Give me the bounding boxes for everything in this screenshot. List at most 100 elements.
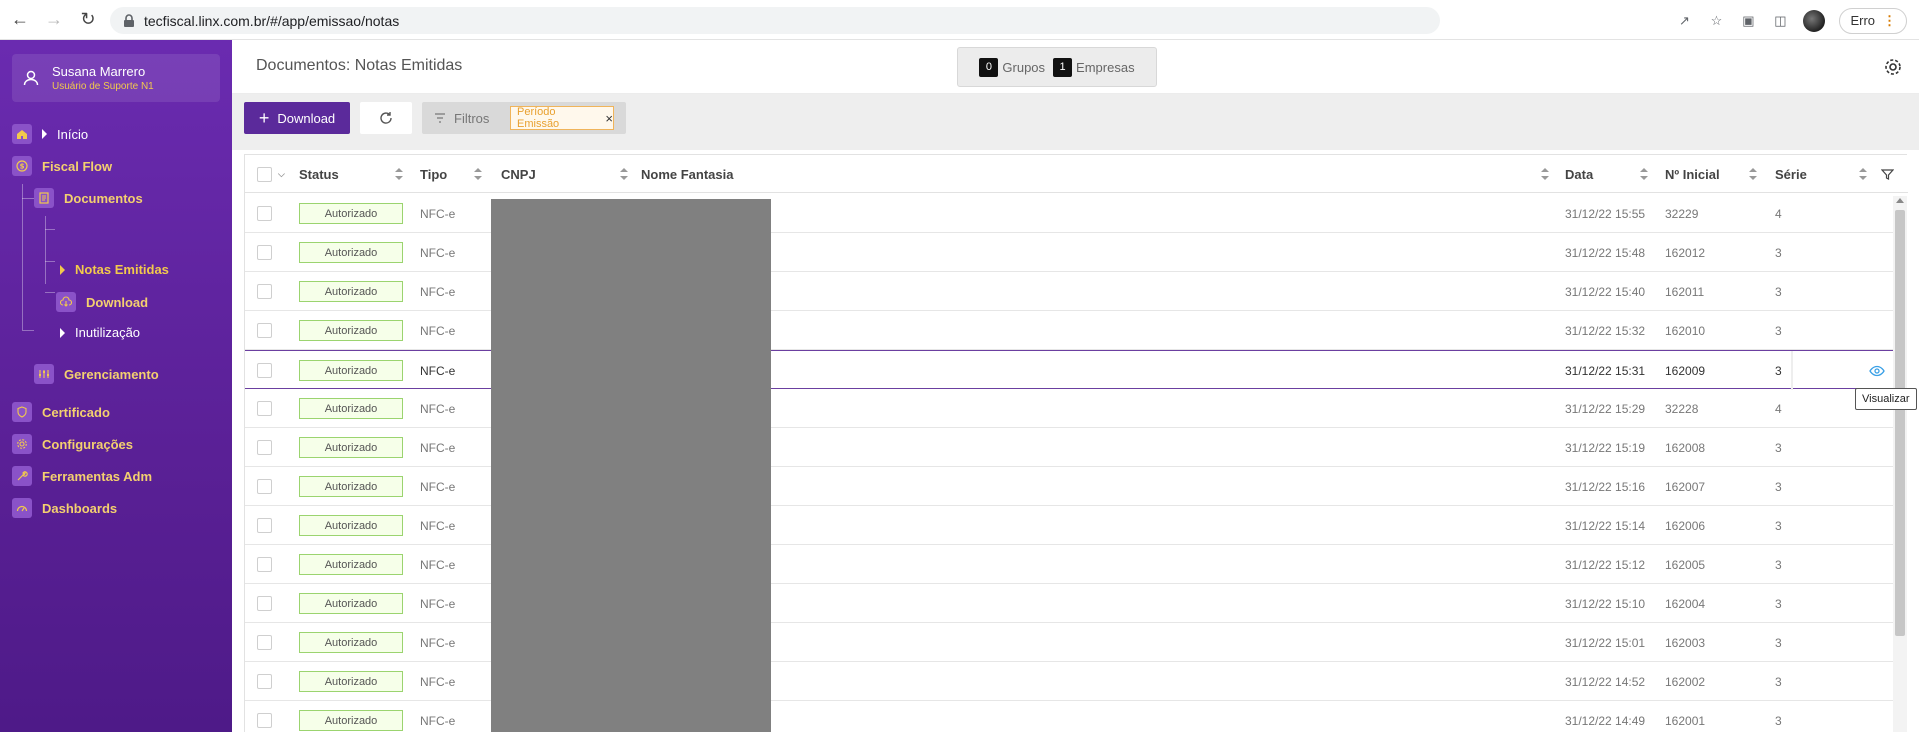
row-checkbox-cell[interactable] — [257, 428, 272, 467]
sidebar-item-label: Gerenciamento — [64, 366, 159, 382]
sort-icon[interactable] — [1640, 168, 1648, 180]
status-badge: Autorizado — [299, 593, 403, 614]
sort-icon[interactable] — [620, 168, 628, 180]
numero-inicial-cell: 162011 — [1665, 284, 1705, 299]
chevron-down-icon[interactable]: ⌵ — [278, 169, 285, 180]
select-all-checkbox[interactable] — [257, 166, 272, 182]
cloud-download-icon — [56, 292, 76, 312]
column-tipo[interactable]: Tipo — [420, 155, 490, 193]
row-checkbox-cell[interactable] — [257, 623, 272, 662]
row-checkbox[interactable] — [257, 713, 272, 728]
row-checkbox[interactable] — [257, 440, 272, 455]
tipo-cell: NFC-e — [420, 284, 456, 299]
sidebar-item-ferramentas-adm[interactable]: Ferramentas Adm — [12, 466, 152, 486]
profile-error-button[interactable]: Erro ⋮ — [1839, 7, 1907, 34]
back-icon[interactable]: ← — [6, 6, 34, 34]
sort-icon[interactable] — [395, 168, 403, 180]
numero-inicial-cell: 162002 — [1665, 674, 1706, 689]
sidebar-item-inicio[interactable]: Início — [12, 124, 88, 144]
row-checkbox[interactable] — [257, 518, 272, 533]
row-checkbox-cell[interactable] — [257, 194, 272, 233]
row-checkbox[interactable] — [257, 596, 272, 611]
column-numero-inicial[interactable]: Nº Inicial — [1665, 155, 1765, 193]
bookmark-star-icon[interactable]: ☆ — [1707, 12, 1725, 30]
row-checkbox[interactable] — [257, 635, 272, 650]
row-checkbox-cell[interactable] — [257, 701, 272, 732]
row-checkbox[interactable] — [257, 674, 272, 689]
sidebar-item-gerenciamento[interactable]: Gerenciamento — [34, 364, 159, 384]
status-cell: Autorizado — [299, 701, 403, 732]
status-cell: Autorizado — [299, 272, 403, 311]
scroll-up-icon[interactable] — [1896, 198, 1904, 203]
numero-inicial-cell: 162001 — [1665, 713, 1706, 728]
sliders-icon — [34, 364, 54, 384]
row-checkbox-cell[interactable] — [257, 272, 272, 311]
row-checkbox[interactable] — [257, 323, 272, 338]
scrollbar-thumb[interactable] — [1895, 210, 1905, 636]
row-checkbox-cell[interactable] — [257, 351, 272, 390]
column-filter-button[interactable] — [1881, 155, 1894, 193]
row-checkbox[interactable] — [257, 363, 272, 378]
row-checkbox-cell[interactable] — [257, 467, 272, 506]
column-serie[interactable]: Série — [1775, 155, 1870, 193]
settings-gear-icon[interactable] — [1883, 57, 1903, 77]
sidebar-item-dashboards[interactable]: Dashboards — [12, 498, 117, 518]
row-checkbox[interactable] — [257, 206, 272, 221]
row-checkbox[interactable] — [257, 284, 272, 299]
row-checkbox-cell[interactable] — [257, 233, 272, 272]
row-checkbox-cell[interactable] — [257, 662, 272, 701]
table-scrollbar[interactable] — [1893, 196, 1907, 732]
row-checkbox-cell[interactable] — [257, 506, 272, 545]
tipo-cell: NFC-e — [420, 363, 456, 378]
sidebar-item-notas-emitidas[interactable]: Notas Emitidas — [60, 262, 169, 277]
sidebar-item-download[interactable]: Download — [56, 292, 148, 312]
sidebar-item-fiscal-flow[interactable]: $ Fiscal Flow — [12, 156, 112, 176]
tipo-cell: NFC-e — [420, 635, 456, 650]
row-checkbox[interactable] — [257, 401, 272, 416]
sidebar-item-certificado[interactable]: Certificado — [12, 402, 110, 422]
groups-counter: 0 Grupos — [979, 57, 1045, 77]
close-icon[interactable]: × — [605, 111, 613, 126]
numero-inicial-cell: 162006 — [1665, 518, 1706, 533]
sidebar-item-inutilizacao[interactable]: Inutilização — [60, 325, 140, 340]
row-checkbox-cell[interactable] — [257, 311, 272, 350]
column-cnpj[interactable]: CNPJ — [501, 155, 636, 193]
groups-companies-selector[interactable]: 0 Grupos 1 Empresas — [957, 47, 1157, 87]
side-panel-icon[interactable]: ◫ — [1771, 12, 1789, 30]
column-nome-fantasia[interactable]: Nome Fantasia — [641, 155, 1561, 193]
address-bar[interactable]: tecfiscal.linx.com.br/#/app/emissao/nota… — [110, 7, 1440, 34]
status-badge: Autorizado — [299, 203, 403, 224]
refresh-icon — [380, 112, 392, 124]
column-data[interactable]: Data — [1565, 155, 1655, 193]
row-checkbox-cell[interactable] — [257, 389, 272, 428]
profile-avatar[interactable] — [1803, 9, 1826, 32]
row-checkbox[interactable] — [257, 557, 272, 572]
extensions-icon[interactable]: ▣ — [1739, 12, 1757, 30]
sort-icon[interactable] — [474, 168, 482, 180]
status-cell: Autorizado — [299, 662, 403, 701]
status-badge: Autorizado — [299, 242, 403, 263]
share-icon[interactable]: ↗ — [1675, 12, 1693, 30]
sidebar-item-documentos[interactable]: Documentos — [34, 188, 143, 208]
user-card[interactable]: Susana Marrero Usuário de Suporte N1 — [12, 54, 220, 102]
column-status[interactable]: Status — [299, 155, 411, 193]
row-checkbox-cell[interactable] — [257, 584, 272, 623]
column-header-label: Nº Inicial — [1665, 166, 1720, 182]
sort-icon[interactable] — [1859, 168, 1867, 180]
numero-inicial-cell: 32228 — [1665, 401, 1699, 416]
row-checkbox[interactable] — [257, 245, 272, 260]
row-checkbox[interactable] — [257, 479, 272, 494]
sort-icon[interactable] — [1541, 168, 1549, 180]
sort-icon[interactable] — [1749, 168, 1757, 180]
refresh-button[interactable] — [360, 102, 412, 134]
row-checkbox-cell[interactable] — [257, 545, 272, 584]
select-all-checkbox-cell[interactable]: ⌵ — [257, 155, 285, 193]
reload-icon[interactable]: ↻ — [74, 6, 102, 34]
download-button[interactable]: + Download — [244, 102, 350, 134]
filters-bar[interactable]: Filtros Período Emissão × — [422, 102, 626, 134]
eye-icon[interactable] — [1869, 363, 1885, 379]
sidebar-item-configuracoes[interactable]: Configurações — [12, 434, 133, 454]
filter-tag-periodo-emissao[interactable]: Período Emissão × — [510, 106, 614, 130]
forward-icon[interactable]: → — [40, 6, 68, 34]
numero-inicial-cell: 162012 — [1665, 245, 1706, 260]
